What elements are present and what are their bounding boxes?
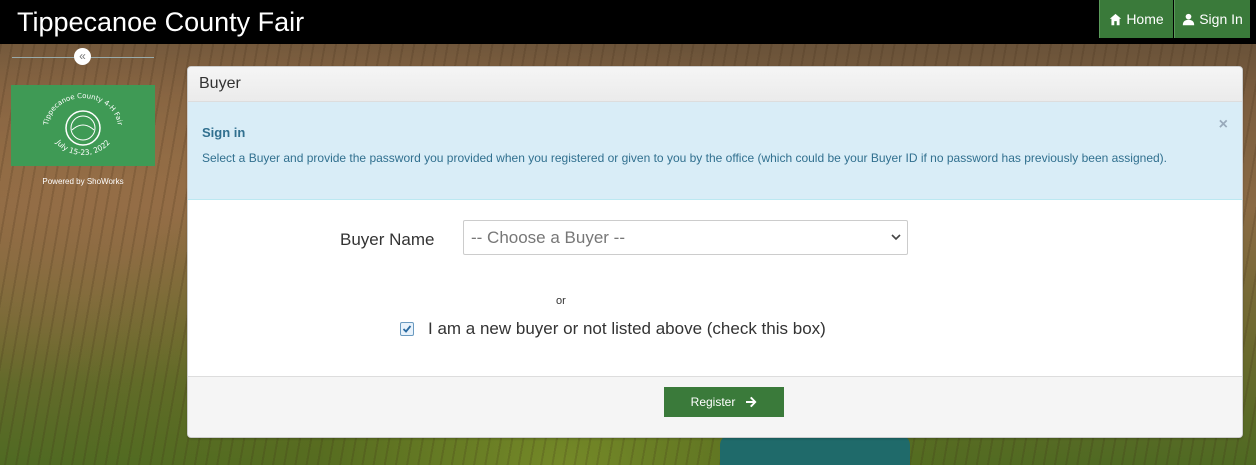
new-buyer-checkbox[interactable]: [400, 322, 414, 336]
home-icon: [1110, 13, 1122, 25]
alert-title: Sign in: [202, 125, 246, 140]
buyer-select-value: -- Choose a Buyer --: [471, 228, 625, 247]
register-label: Register: [690, 395, 736, 409]
chevron-down-icon: [891, 234, 901, 241]
checkmark-icon: [402, 325, 412, 333]
fair-logo-graphic: Tippecanoe County 4-H Fair July 15-23, 2…: [42, 91, 124, 156]
sign-in-label: Sign In: [1199, 11, 1243, 27]
new-buyer-option[interactable]: I am a new buyer or not listed above (ch…: [400, 319, 826, 339]
svg-text:Tippecanoe County 4-H Fair: Tippecanoe County 4-H Fair: [42, 91, 124, 126]
home-label: Home: [1126, 11, 1164, 27]
panel-footer: Register: [188, 376, 1242, 437]
user-icon: [1183, 13, 1195, 25]
top-navbar: Tippecanoe County Fair Home Sign In: [0, 0, 1256, 44]
fair-logo: Tippecanoe County 4-H Fair July 15-23, 2…: [11, 85, 155, 166]
new-buyer-label: I am a new buyer or not listed above (ch…: [428, 319, 826, 338]
double-chevron-left-icon: «: [79, 49, 86, 63]
background-tractor: [720, 435, 910, 465]
buyer-panel: Buyer Sign in Select a Buyer and provide…: [187, 66, 1243, 438]
sign-in-alert: Sign in Select a Buyer and provide the p…: [188, 102, 1242, 200]
home-button[interactable]: Home: [1099, 0, 1173, 38]
buyer-select[interactable]: -- Choose a Buyer --: [463, 220, 908, 255]
sign-in-button[interactable]: Sign In: [1174, 0, 1250, 38]
sidebar-collapse-button[interactable]: «: [74, 48, 91, 65]
powered-by-text: Powered by ShoWorks: [42, 177, 124, 186]
arrow-right-icon: [746, 396, 757, 408]
buyer-name-label: Buyer Name: [340, 230, 435, 249]
site-title: Tippecanoe County Fair: [17, 7, 305, 37]
close-icon[interactable]: ×: [1219, 116, 1228, 134]
alert-text: Select a Buyer and provide the password …: [202, 151, 1167, 165]
or-separator: or: [556, 295, 566, 307]
register-button[interactable]: Register: [664, 387, 784, 417]
logo-text-top: Tippecanoe County 4-H Fair: [42, 91, 124, 126]
panel-heading: Buyer: [188, 67, 1242, 102]
